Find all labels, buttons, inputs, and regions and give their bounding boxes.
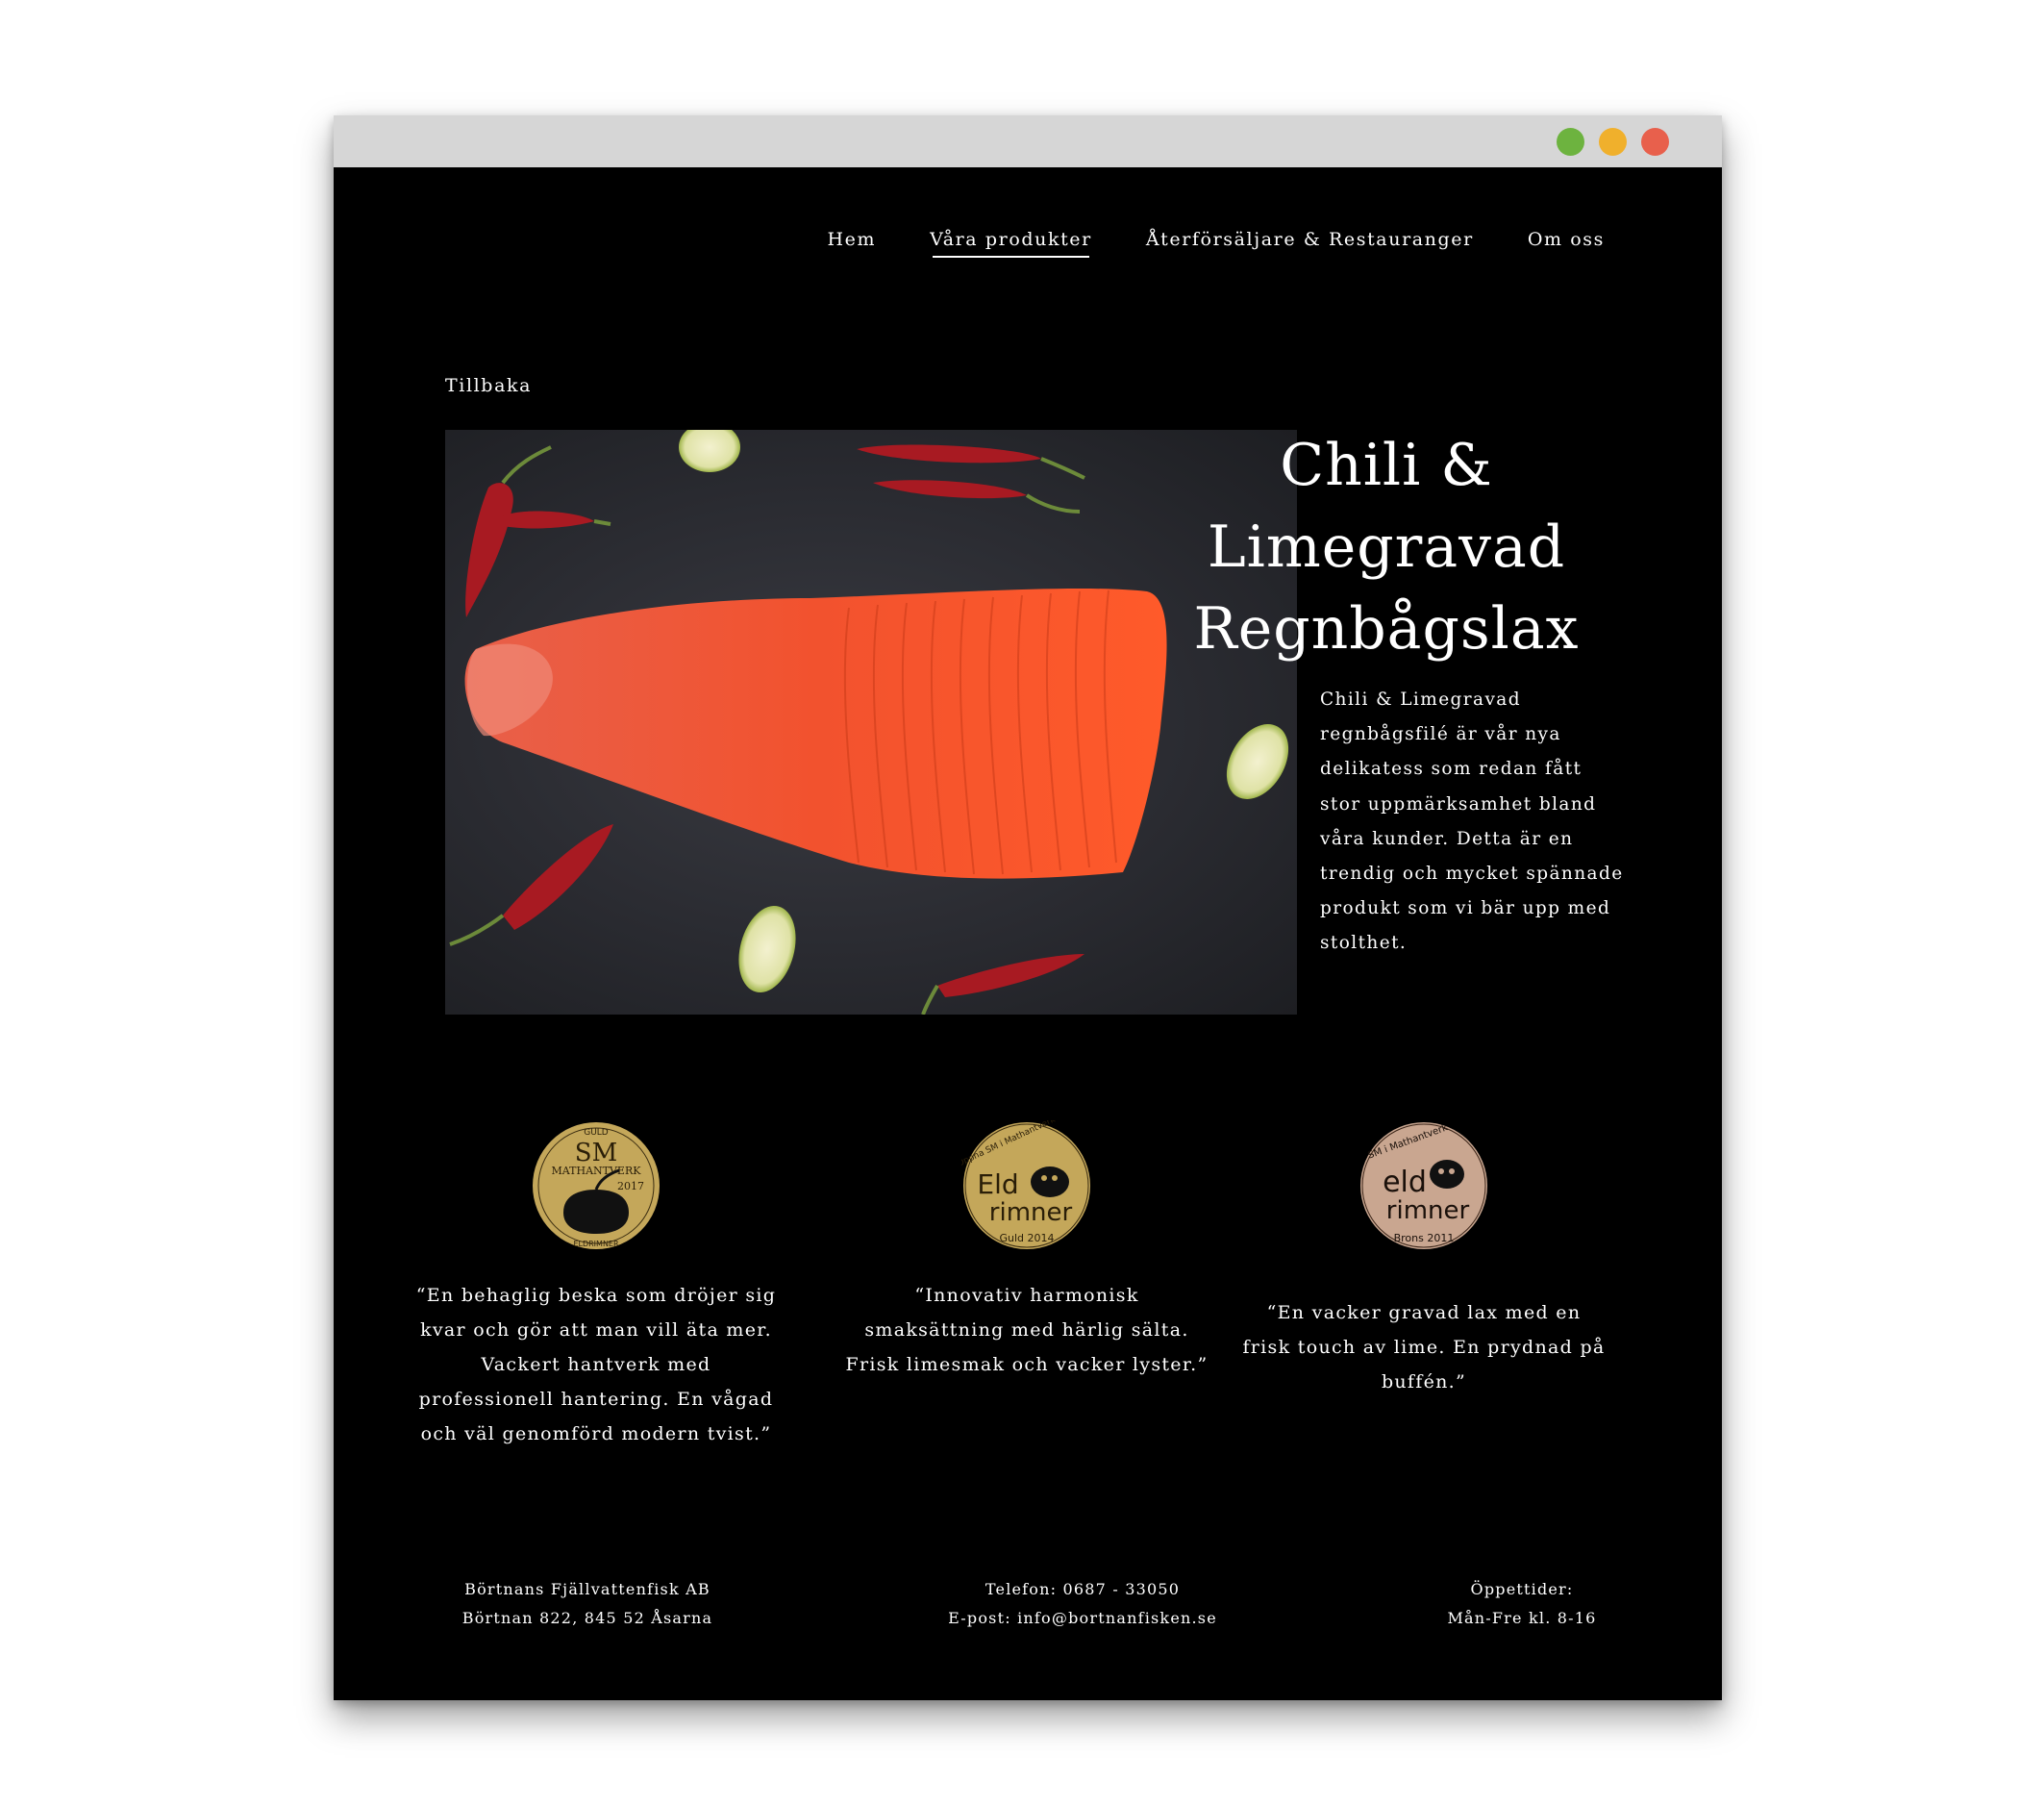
svg-text:eld: eld xyxy=(1383,1166,1427,1199)
svg-text:2017: 2017 xyxy=(617,1180,644,1192)
minimize-dot[interactable] xyxy=(1599,128,1627,156)
maximize-dot[interactable] xyxy=(1557,128,1584,156)
gold-medal-2014-icon: Öppna SM i Mathantverk Eld rimner Guld 2… xyxy=(961,1120,1090,1249)
product-image xyxy=(445,430,1297,1015)
nav-item-aterforsaljare[interactable]: Återförsäljare & Restauranger xyxy=(1146,229,1474,258)
svg-text:MATHANTVERK: MATHANTVERK xyxy=(552,1165,642,1177)
main-nav: Hem Våra produkter Återförsäljare & Rest… xyxy=(827,229,1605,258)
salmon-photo xyxy=(449,430,1289,1015)
window-titlebar xyxy=(334,115,1722,167)
footer-phone[interactable]: Telefon: 0687 - 33050 xyxy=(910,1575,1256,1604)
footer-company: Börtnans Fjällvattenfisk AB xyxy=(464,1580,710,1598)
browser-window: Hem Våra produkter Återförsäljare & Rest… xyxy=(334,115,1722,1700)
svg-text:Eld: Eld xyxy=(977,1168,1018,1200)
award-quote: “En behaglig beska som dröjer sig kvar o… xyxy=(415,1285,777,1444)
award-quote: “En vacker gravad lax med en frisk touch… xyxy=(1242,1302,1606,1392)
footer-hours-value: Mån-Fre kl. 8-16 xyxy=(1447,1609,1597,1627)
award-3: SM i Mathantverk eld rimner Brons 2011 “… xyxy=(1241,1120,1607,1399)
svg-text:GULD: GULD xyxy=(584,1128,609,1138)
footer-hours: Öppettider: Mån-Fre kl. 8-16 xyxy=(1349,1575,1695,1633)
svg-text:ELDRIMNER: ELDRIMNER xyxy=(573,1240,619,1248)
footer-hours-label: Öppettider: xyxy=(1470,1580,1574,1598)
award-1: GULD SM MATHANTVERK 2017 ELDRIMNER “En b… xyxy=(413,1120,779,1451)
svg-text:SM: SM xyxy=(575,1139,617,1167)
nav-item-om-oss[interactable]: Om oss xyxy=(1528,229,1605,258)
product-description: Chili & Limegravad regnbågsfilé är vår n… xyxy=(1320,690,1624,954)
close-dot[interactable] xyxy=(1641,128,1669,156)
nav-item-hem[interactable]: Hem xyxy=(827,229,876,258)
product-title: Chili & Limegravad Regnbågslax xyxy=(1193,432,1580,663)
back-link[interactable]: Tillbaka xyxy=(445,375,532,396)
award-2: Öppna SM i Mathantverk Eld rimner Guld 2… xyxy=(844,1120,1209,1382)
award-quote: “Innovativ harmonisk smaksättning med hä… xyxy=(845,1285,1209,1375)
svg-text:Brons 2011: Brons 2011 xyxy=(1394,1232,1455,1244)
bronze-medal-2011-icon: SM i Mathantverk eld rimner Brons 2011 xyxy=(1360,1122,1487,1249)
svg-text:rimner: rimner xyxy=(989,1198,1073,1227)
nav-item-vara-produkter[interactable]: Våra produkter xyxy=(930,229,1092,258)
svg-text:rimner: rimner xyxy=(1386,1196,1470,1225)
footer-address: Börtnans Fjällvattenfisk AB Börtnan 822,… xyxy=(414,1575,760,1633)
svg-text:Guld 2014: Guld 2014 xyxy=(999,1232,1054,1244)
footer-street: Börtnan 822, 845 52 Åsarna xyxy=(461,1609,713,1627)
footer-contact: Telefon: 0687 - 33050 E-post: info@bortn… xyxy=(910,1575,1256,1633)
footer-email[interactable]: E-post: info@bortnanfisken.se xyxy=(910,1604,1256,1633)
gold-medal-2017-icon: GULD SM MATHANTVERK 2017 ELDRIMNER xyxy=(533,1122,660,1249)
